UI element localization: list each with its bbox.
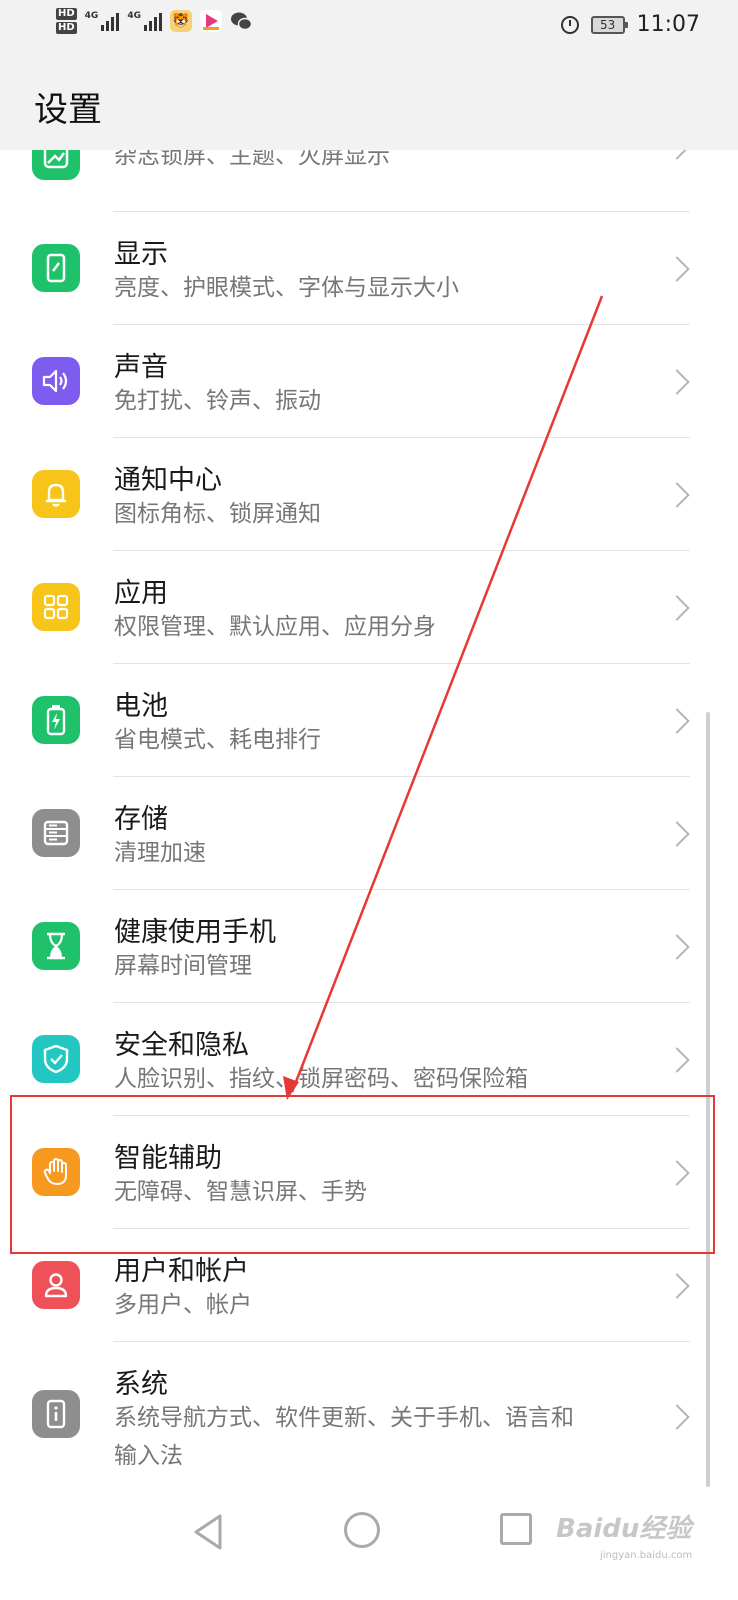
item-title: 系统 xyxy=(114,1369,168,1400)
item-subtitle: 权限管理、默认应用、应用分身 xyxy=(114,614,436,640)
bell-icon xyxy=(32,470,80,518)
network-type-2: 4G xyxy=(127,11,141,21)
item-subtitle: 图标角标、锁屏通知 xyxy=(114,501,321,527)
settings-item-home-screen[interactable]: 杂志锁屏、主题、灭屏显示 xyxy=(0,150,738,212)
chevron-right-icon xyxy=(664,256,690,282)
item-subtitle: 省电模式、耗电排行 xyxy=(114,727,321,753)
network-type-1: 4G xyxy=(84,11,99,21)
item-subtitle: 屏幕时间管理 xyxy=(114,953,252,979)
settings-item-display[interactable]: 显示 亮度、护眼模式、字体与显示大小 xyxy=(0,212,738,324)
item-title: 声音 xyxy=(114,352,168,383)
chevron-right-icon xyxy=(664,708,690,734)
chevron-right-icon xyxy=(664,595,690,621)
alarm-icon xyxy=(560,15,579,34)
item-subtitle: 杂志锁屏、主题、灭屏显示 xyxy=(114,150,390,169)
apps-grid-icon xyxy=(32,583,80,631)
item-subtitle: 亮度、护眼模式、字体与显示大小 xyxy=(114,275,459,301)
hd-badge-2: HD xyxy=(56,22,77,34)
item-subtitle-line2: 输入法 xyxy=(114,1443,183,1469)
item-title: 存储 xyxy=(114,804,168,835)
clock: 11:07 xyxy=(636,12,700,37)
speaker-icon xyxy=(32,357,80,405)
chevron-right-icon xyxy=(664,150,690,160)
battery-level: 53 xyxy=(599,17,616,32)
battery-indicator: 53 xyxy=(590,15,628,34)
page-title: 设置 xyxy=(34,90,102,130)
item-title: 用户和帐户 xyxy=(114,1256,249,1287)
user-icon xyxy=(32,1261,80,1309)
info-phone-icon xyxy=(32,1390,80,1438)
home-button[interactable] xyxy=(344,1512,380,1548)
tiger-app-notification-icon: 🐯 xyxy=(169,10,192,32)
chevron-right-icon xyxy=(664,1273,690,1299)
chevron-right-icon xyxy=(664,482,690,508)
settings-item-digital-balance[interactable]: 健康使用手机 屏幕时间管理 xyxy=(0,890,738,1002)
item-title: 通知中心 xyxy=(114,465,222,496)
back-icon[interactable] xyxy=(188,1510,232,1554)
hd-indicators: HD HD xyxy=(56,8,77,34)
item-title: 电池 xyxy=(114,691,168,722)
watermark: Baidu经验 xyxy=(556,1514,692,1544)
battery-icon xyxy=(32,696,80,744)
highlight-annotation-box xyxy=(10,1095,715,1254)
recent-apps-button[interactable] xyxy=(500,1513,532,1545)
shield-check-icon xyxy=(32,1035,80,1083)
settings-item-notifications[interactable]: 通知中心 图标角标、锁屏通知 xyxy=(0,438,738,550)
settings-item-sound[interactable]: 声音 免打扰、铃声、振动 xyxy=(0,325,738,437)
storage-icon xyxy=(32,809,80,857)
signal-icon-1: 4G xyxy=(85,11,120,31)
settings-item-system[interactable]: 系统 系统导航方式、软件更新、关于手机、语言和 输入法 xyxy=(0,1342,738,1488)
chevron-right-icon xyxy=(664,1047,690,1073)
wechat-notification-icon xyxy=(230,10,252,32)
chevron-right-icon xyxy=(664,821,690,847)
header: 设置 xyxy=(0,52,738,150)
settings-list[interactable]: 杂志锁屏、主题、灭屏显示 显示 亮度、护眼模式、字体与显示大小 声音 免打扰、铃… xyxy=(0,150,738,1488)
chevron-right-icon xyxy=(664,1404,690,1430)
item-subtitle: 多用户、帐户 xyxy=(114,1292,252,1318)
item-title: 健康使用手机 xyxy=(114,917,276,948)
settings-item-battery[interactable]: 电池 省电模式、耗电排行 xyxy=(0,664,738,776)
hourglass-icon xyxy=(32,922,80,970)
status-left: HD HD 4G 4G 🐯 xyxy=(56,8,252,34)
hd-badge-1: HD xyxy=(56,8,77,20)
chevron-right-icon xyxy=(664,934,690,960)
status-bar: HD HD 4G 4G 🐯 53 11:07 xyxy=(0,0,738,52)
settings-item-apps[interactable]: 应用 权限管理、默认应用、应用分身 xyxy=(0,551,738,663)
item-subtitle: 系统导航方式、软件更新、关于手机、语言和 xyxy=(114,1405,574,1431)
item-subtitle: 免打扰、铃声、振动 xyxy=(114,388,321,414)
status-right: 53 11:07 xyxy=(560,12,700,37)
video-app-notification-icon xyxy=(199,10,222,32)
watermark-url: jingyan.baidu.com xyxy=(600,1550,693,1561)
phone-display-icon xyxy=(32,244,80,292)
picture-frame-icon xyxy=(32,150,80,180)
chevron-right-icon xyxy=(664,369,690,395)
signal-icon-2: 4G xyxy=(127,11,162,31)
item-title: 显示 xyxy=(114,239,168,270)
item-subtitle: 清理加速 xyxy=(114,840,206,866)
item-title: 应用 xyxy=(114,578,168,609)
settings-item-storage[interactable]: 存储 清理加速 xyxy=(0,777,738,889)
navigation-bar: Baidu经验 jingyan.baidu.com xyxy=(0,1488,738,1600)
item-subtitle: 人脸识别、指纹、锁屏密码、密码保险箱 xyxy=(114,1066,528,1092)
item-title: 安全和隐私 xyxy=(114,1030,249,1061)
